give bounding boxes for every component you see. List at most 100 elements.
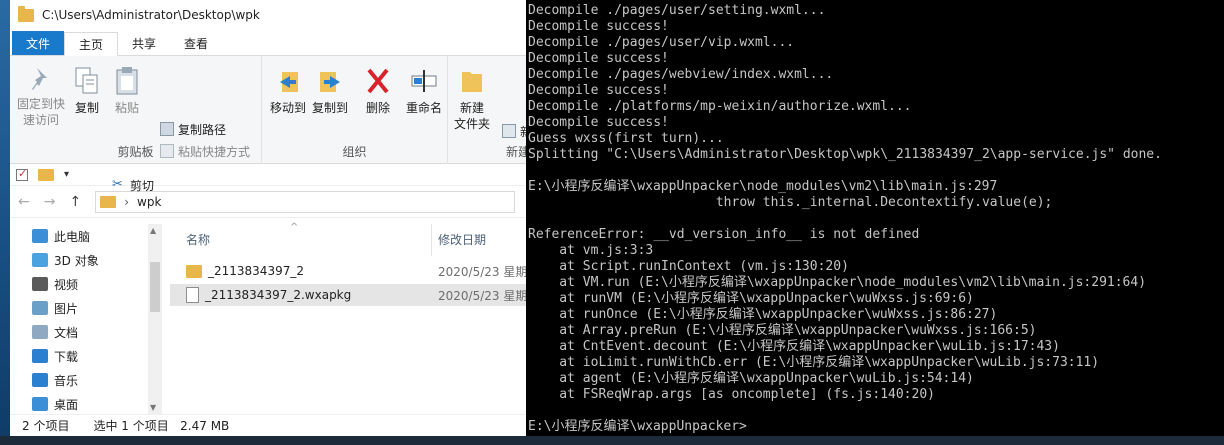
nav-scroll-thumb[interactable] bbox=[150, 262, 160, 312]
tab-home[interactable]: 主页 bbox=[64, 32, 119, 56]
console-line: Decompile ./pages/user/setting.wxml... bbox=[528, 3, 826, 18]
console-line: at CntEvent.decount (E:\小程序反编译\wxappUnpa… bbox=[528, 339, 1060, 354]
new-item-button[interactable]: 新 bbox=[502, 122, 527, 140]
copy-to-label: 复制到 bbox=[311, 101, 348, 115]
scroll-up-icon[interactable]: ▲ bbox=[150, 226, 156, 235]
desktop-background bbox=[0, 0, 10, 445]
column-modified-label: 修改日期 bbox=[438, 233, 487, 247]
console-line: E:\小程序反编译\wxappUnpacker\node_modules\vm2… bbox=[528, 179, 998, 194]
file-row-wxapkg[interactable]: _2113834397_2.wxapkg 2020/5/23 星期 bbox=[170, 284, 527, 306]
folder-icon bbox=[186, 264, 202, 278]
download-icon bbox=[32, 349, 48, 363]
window-title: C:\Users\Administrator\Desktop\wpk bbox=[42, 8, 260, 22]
ribbon-home: 固定到快 速访问 复制 粘贴 复制路径 粘贴快捷方式 ✂ 剪切 剪贴板 移动到 … bbox=[10, 56, 527, 193]
nav-item-label: 视频 bbox=[54, 277, 79, 292]
ribbon-tabs: 文件 主页 共享 查看 bbox=[10, 30, 527, 56]
folder-icon bbox=[100, 195, 117, 208]
scissors-icon: ✂ bbox=[112, 177, 123, 192]
clipboard-group: 固定到快 速访问 复制 粘贴 复制路径 粘贴快捷方式 ✂ 剪切 剪贴板 bbox=[10, 56, 262, 193]
music-icon bbox=[32, 373, 48, 387]
selected-size: 2.47 MB bbox=[180, 419, 230, 433]
cube-icon bbox=[32, 253, 48, 267]
organize-group: 移动到 复制到 删除 重命名 组织 bbox=[262, 56, 448, 164]
console-line: Guess wxss(first turn)... bbox=[528, 131, 724, 146]
nav-item[interactable]: 图片 bbox=[10, 296, 162, 320]
console-line: at ioLimit.runWithCb.err (E:\小程序反编译\wxap… bbox=[528, 355, 1100, 370]
console-window[interactable]: Decompile ./pages/user/setting.wxml... De… bbox=[526, 0, 1224, 436]
back-arrow-icon[interactable]: ← bbox=[18, 194, 30, 210]
move-to-button[interactable]: 移动到 bbox=[268, 66, 308, 116]
delete-label: 删除 bbox=[365, 101, 390, 115]
tab-share[interactable]: 共享 bbox=[118, 31, 170, 55]
nav-scrollbar[interactable]: ▲ ▼ bbox=[148, 224, 162, 414]
rename-button[interactable]: 重命名 bbox=[402, 66, 446, 116]
nav-item[interactable]: 音乐 bbox=[10, 368, 162, 392]
copy-label: 复制 bbox=[74, 101, 99, 115]
move-to-label: 移动到 bbox=[269, 101, 306, 115]
nav-item[interactable]: 3D 对象 bbox=[10, 248, 162, 272]
nav-item-label: 桌面 bbox=[54, 397, 79, 412]
console-line: Decompile ./pages/user/vip.wxml... bbox=[528, 35, 795, 50]
nav-item[interactable]: 此电脑 bbox=[10, 224, 162, 248]
paste-button[interactable]: 粘贴 bbox=[110, 66, 144, 116]
new-folder-button[interactable]: 新建 文件夹 bbox=[452, 66, 492, 132]
column-header-name[interactable]: ^ 名称 bbox=[170, 221, 432, 256]
console-line: at agent (E:\小程序反编译\wxappUnpacker\wuLib.… bbox=[528, 371, 974, 386]
copy-path-icon bbox=[160, 122, 174, 136]
copy-to-button[interactable]: 复制到 bbox=[310, 66, 350, 116]
console-line: Decompile success! bbox=[528, 115, 669, 130]
column-header-modified[interactable]: 修改日期 bbox=[432, 231, 486, 248]
tab-file[interactable]: 文件 bbox=[12, 31, 65, 55]
forward-arrow-icon[interactable]: → bbox=[44, 194, 56, 210]
paste-label: 粘贴 bbox=[114, 101, 139, 115]
tab-view[interactable]: 查看 bbox=[170, 31, 222, 55]
nav-item[interactable]: 文档 bbox=[10, 320, 162, 344]
folder-icon bbox=[18, 5, 34, 22]
video-icon bbox=[32, 277, 48, 291]
nav-item-label: 文档 bbox=[54, 325, 79, 340]
new-folder-qat-icon[interactable] bbox=[38, 168, 54, 181]
explorer-titlebar[interactable]: C:\Users\Administrator\Desktop\wpk bbox=[10, 0, 527, 30]
item-count: 2 个项目 bbox=[22, 419, 70, 433]
taskbar bbox=[0, 436, 1224, 445]
address-input[interactable]: › wpk bbox=[95, 190, 516, 213]
navigation-pane: 此电脑 3D 对象视频图片文档下载音乐桌面 ▲ ▼ bbox=[10, 224, 162, 414]
file-icon bbox=[186, 287, 199, 303]
nav-item-label: 此电脑 bbox=[54, 229, 91, 244]
nav-item[interactable]: 桌面 bbox=[10, 392, 162, 416]
scroll-down-icon[interactable]: ▼ bbox=[150, 403, 156, 412]
pin-label: 固定到快 速访问 bbox=[16, 97, 65, 127]
pin-to-quick-access-button[interactable]: 固定到快 速访问 bbox=[14, 66, 68, 128]
cut-button[interactable]: ✂ 剪切 bbox=[112, 176, 154, 194]
copy-to-icon bbox=[316, 66, 344, 96]
nav-item[interactable]: 下载 bbox=[10, 344, 162, 368]
copy-path-button[interactable]: 复制路径 bbox=[160, 120, 226, 138]
file-row-folder[interactable]: _2113834397_2 2020/5/23 星期 bbox=[170, 260, 527, 282]
picture-icon bbox=[32, 301, 48, 315]
rename-label: 重命名 bbox=[405, 101, 442, 115]
console-line: ReferenceError: __vd_version_info__ is n… bbox=[528, 227, 920, 242]
console-line: at runVM (E:\小程序反编译\wxappUnpacker\wuWxss… bbox=[528, 291, 974, 306]
nav-item[interactable]: 视频 bbox=[10, 272, 162, 296]
console-line: at VM.run (E:\小程序反编译\wxappUnpacker\node_… bbox=[528, 275, 1147, 290]
new-folder-label: 新建 文件夹 bbox=[453, 101, 490, 131]
selection-status: 选中 1 个项目 2.47 MB bbox=[93, 417, 229, 434]
delete-button[interactable]: 删除 bbox=[362, 66, 394, 116]
sort-caret-icon: ^ bbox=[290, 221, 299, 233]
move-to-icon bbox=[274, 66, 302, 96]
console-line: at FSReqWrap.args [as oncomplete] (fs.js… bbox=[528, 387, 935, 402]
console-line: Decompile success! bbox=[528, 83, 669, 98]
qat-dropdown-icon[interactable]: ▾ bbox=[64, 169, 69, 180]
computer-icon bbox=[32, 229, 48, 243]
breadcrumb-wpk[interactable]: wpk bbox=[137, 195, 161, 209]
pin-icon bbox=[29, 66, 53, 92]
rename-icon bbox=[410, 66, 438, 96]
console-line: at runOnce (E:\小程序反编译\wxappUnpacker\wuWx… bbox=[528, 307, 998, 322]
properties-check-icon[interactable]: ✓ bbox=[16, 167, 28, 181]
selected-count: 选中 1 个项目 bbox=[93, 419, 169, 433]
nav-item-label: 下载 bbox=[54, 349, 79, 364]
delete-x-icon bbox=[365, 66, 391, 96]
up-arrow-icon[interactable]: ↑ bbox=[69, 194, 81, 210]
copy-button[interactable]: 复制 bbox=[70, 66, 104, 116]
